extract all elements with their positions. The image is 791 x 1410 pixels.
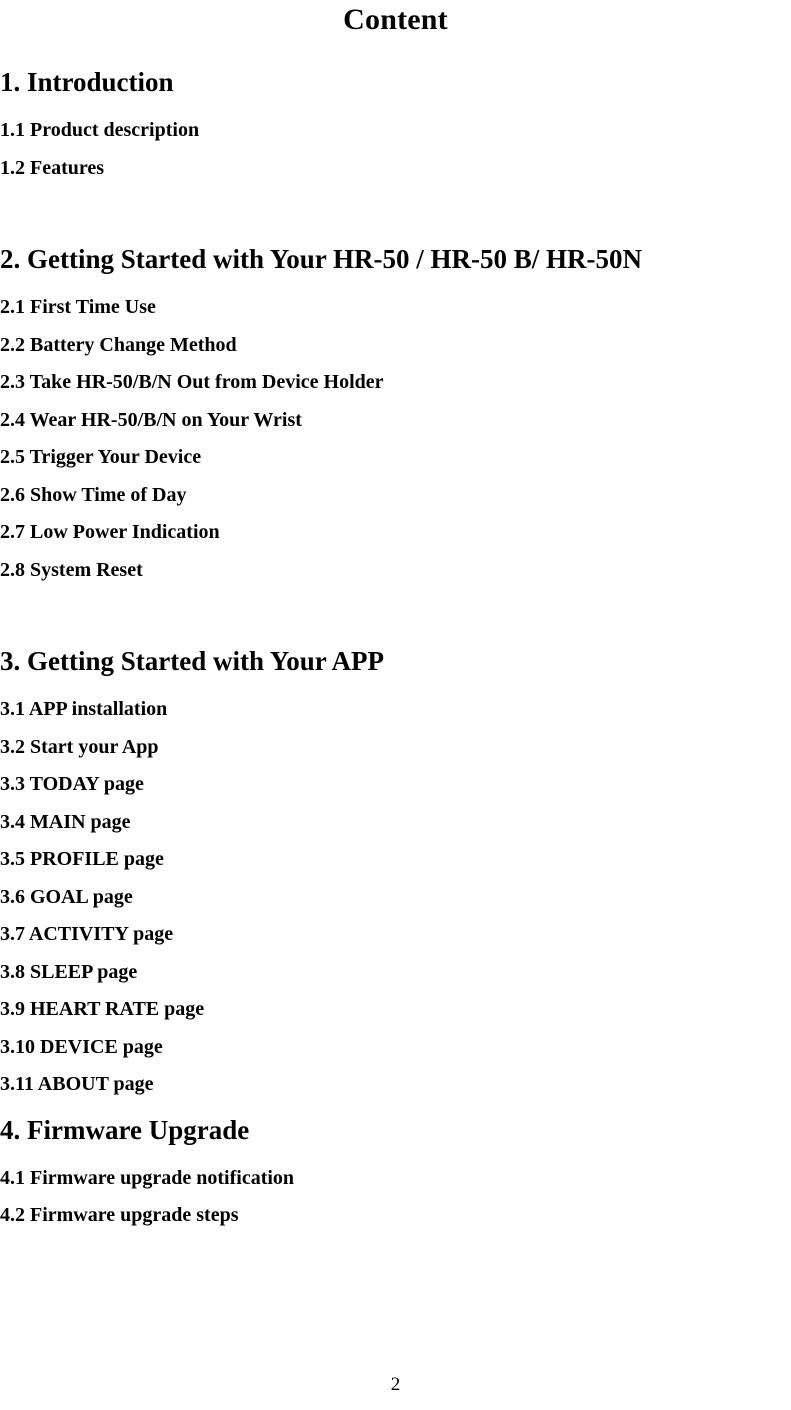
spacer-heading-3 bbox=[0, 677, 791, 691]
toc-entry-3-4[interactable]: 3.4 MAIN page bbox=[0, 804, 791, 842]
page-title: Content bbox=[343, 3, 448, 36]
toc-entry-1-1[interactable]: 1.1 Product description bbox=[0, 112, 791, 150]
toc-entry-2-1[interactable]: 2.1 First Time Use bbox=[0, 289, 791, 327]
spacer-section-1-2 bbox=[0, 187, 791, 243]
toc-entry-3-10[interactable]: 3.10 DEVICE page bbox=[0, 1029, 791, 1067]
toc-entry-3-1[interactable]: 3.1 APP installation bbox=[0, 691, 791, 729]
toc-heading-3[interactable]: 3. Getting Started with Your APP bbox=[0, 645, 791, 677]
toc-section-1: 1. Introduction 1.1 Product description … bbox=[0, 66, 791, 187]
toc-entry-3-8[interactable]: 3.8 SLEEP page bbox=[0, 954, 791, 992]
spacer-heading-4 bbox=[0, 1146, 791, 1160]
spacer-section-2-3 bbox=[0, 589, 791, 645]
page-number: 2 bbox=[390, 1374, 401, 1395]
toc-entry-3-7[interactable]: 3.7 ACTIVITY page bbox=[0, 916, 791, 954]
toc-entry-3-9[interactable]: 3.9 HEART RATE page bbox=[0, 991, 791, 1029]
toc-entry-3-11[interactable]: 3.11 ABOUT page bbox=[0, 1066, 791, 1104]
toc-section-3: 3. Getting Started with Your APP 3.1 APP… bbox=[0, 645, 791, 1104]
toc-entry-2-6[interactable]: 2.6 Show Time of Day bbox=[0, 477, 791, 515]
toc-heading-4[interactable]: 4. Firmware Upgrade bbox=[0, 1114, 791, 1146]
toc-entry-3-3[interactable]: 3.3 TODAY page bbox=[0, 766, 791, 804]
toc-entry-4-2[interactable]: 4.2 Firmware upgrade steps bbox=[0, 1197, 791, 1235]
toc-entry-1-2[interactable]: 1.2 Features bbox=[0, 150, 791, 188]
toc-entry-2-2[interactable]: 2.2 Battery Change Method bbox=[0, 327, 791, 365]
toc-entry-2-4[interactable]: 2.4 Wear HR-50/B/N on Your Wrist bbox=[0, 402, 791, 440]
toc-heading-1[interactable]: 1. Introduction bbox=[0, 66, 791, 98]
toc-entry-3-6[interactable]: 3.6 GOAL page bbox=[0, 879, 791, 917]
toc-entry-2-7[interactable]: 2.7 Low Power Indication bbox=[0, 514, 791, 552]
toc-entry-2-5[interactable]: 2.5 Trigger Your Device bbox=[0, 439, 791, 477]
toc-entry-3-2[interactable]: 3.2 Start your App bbox=[0, 729, 791, 767]
spacer-heading-2 bbox=[0, 275, 791, 289]
document-page: Content 1. Introduction 1.1 Product desc… bbox=[0, 0, 791, 1410]
spacer-after-title bbox=[0, 38, 791, 66]
toc-section-2: 2. Getting Started with Your HR-50 / HR-… bbox=[0, 243, 791, 589]
toc-heading-2[interactable]: 2. Getting Started with Your HR-50 / HR-… bbox=[0, 243, 791, 275]
spacer-section-3-4 bbox=[0, 1104, 791, 1114]
toc-entry-2-8[interactable]: 2.8 System Reset bbox=[0, 552, 791, 590]
toc-entry-4-1[interactable]: 4.1 Firmware upgrade notification bbox=[0, 1160, 791, 1198]
spacer-heading-1 bbox=[0, 98, 791, 112]
toc-entry-2-3[interactable]: 2.3 Take HR-50/B/N Out from Device Holde… bbox=[0, 364, 791, 402]
toc-entry-3-5[interactable]: 3.5 PROFILE page bbox=[0, 841, 791, 879]
toc-section-4: 4. Firmware Upgrade 4.1 Firmware upgrade… bbox=[0, 1114, 791, 1235]
